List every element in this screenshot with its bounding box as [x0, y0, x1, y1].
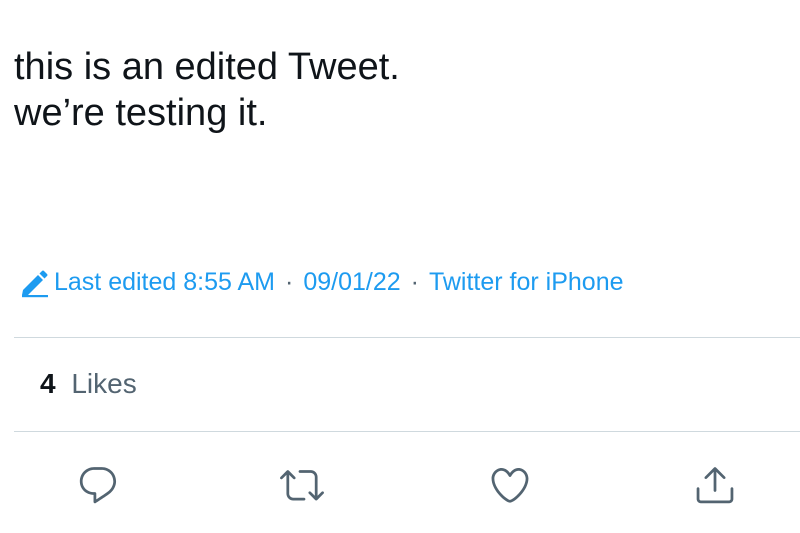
- reply-icon: [76, 463, 120, 507]
- tweet-text: this is an edited Tweet. we’re testing i…: [14, 44, 784, 136]
- tweet-text-line-2: we’re testing it.: [14, 92, 268, 134]
- meta-separator: ·: [410, 267, 419, 296]
- meta-separator: ·: [284, 267, 294, 296]
- tweet-action-bar: [0, 460, 800, 510]
- likes-stat[interactable]: 4 Likes: [40, 364, 137, 404]
- tweet-date-link[interactable]: 09/01/22: [303, 268, 400, 297]
- divider: [14, 337, 800, 338]
- reply-button[interactable]: [73, 460, 123, 510]
- like-icon: [488, 463, 532, 507]
- tweet-source-link[interactable]: Twitter for iPhone: [429, 268, 624, 297]
- retweet-button[interactable]: [277, 460, 327, 510]
- divider: [14, 431, 800, 432]
- tweet-text-line-1: this is an edited Tweet.: [14, 46, 400, 88]
- like-button[interactable]: [485, 460, 535, 510]
- share-button[interactable]: [690, 460, 740, 510]
- share-icon: [693, 463, 737, 507]
- pencil-icon: [18, 266, 50, 298]
- likes-count: 4: [40, 368, 56, 399]
- last-edited-link[interactable]: Last edited 8:55 AM: [54, 268, 275, 297]
- likes-label: Likes: [71, 368, 137, 399]
- tweet-metadata: Last edited 8:55 AM · 09/01/22 · Twitter…: [18, 264, 624, 300]
- retweet-icon: [280, 463, 324, 507]
